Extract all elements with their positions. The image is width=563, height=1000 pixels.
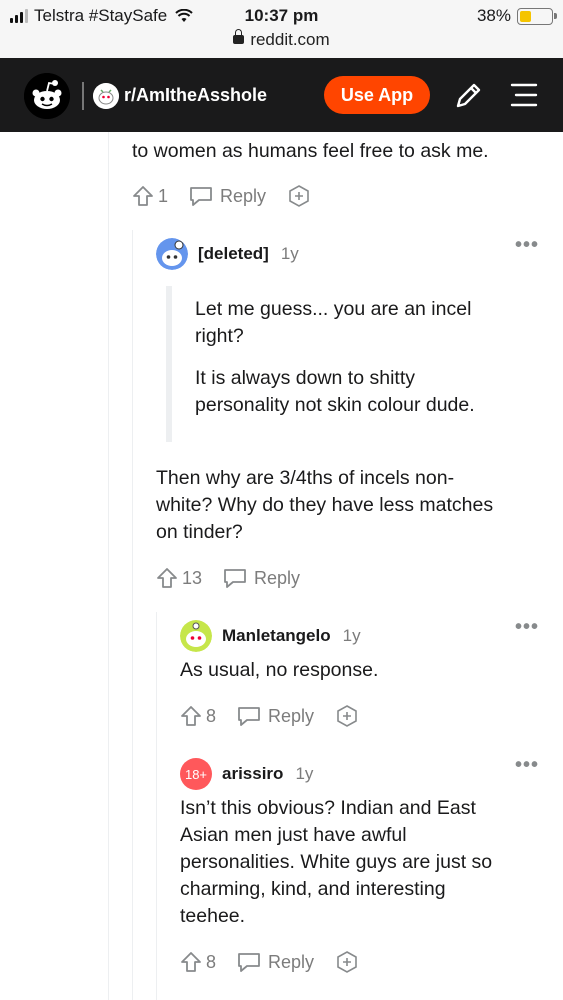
comment-actions: 1 Reply bbox=[132, 185, 310, 207]
thread-line[interactable] bbox=[132, 230, 133, 1000]
username[interactable]: arissiro bbox=[222, 764, 283, 784]
comment-body: Isn’t this obvious? Indian and East Asia… bbox=[180, 795, 492, 930]
reply-button[interactable]: Reply bbox=[268, 952, 314, 973]
username[interactable]: Manletangelo bbox=[222, 626, 331, 646]
reply-icon[interactable] bbox=[222, 567, 248, 589]
comment-actions: 8 Reply bbox=[180, 705, 358, 727]
comment-line: personalities. White guys are just so bbox=[180, 851, 493, 873]
subreddit-icon[interactable] bbox=[93, 83, 119, 109]
battery-area: 38% bbox=[476, 6, 557, 26]
comment-line: Then why are 3/4ths of incels non- bbox=[156, 467, 455, 489]
avatar[interactable] bbox=[180, 620, 212, 652]
comment-age: 1y bbox=[295, 764, 314, 783]
vote-count: 8 bbox=[206, 705, 217, 726]
comment-body: As usual, no response. bbox=[180, 657, 378, 684]
comment-body: Then why are 3/4ths of incels non- white… bbox=[156, 465, 493, 546]
reply-icon[interactable] bbox=[236, 705, 262, 727]
comment-line: Isn’t this obvious? Indian and East bbox=[180, 797, 476, 819]
reply-icon[interactable] bbox=[188, 185, 214, 207]
upvote-icon[interactable] bbox=[180, 951, 202, 973]
upvote-icon[interactable] bbox=[132, 185, 154, 207]
battery-percent: 38% bbox=[476, 6, 511, 25]
comment-line: to women as humans feel free to ask me. bbox=[132, 140, 489, 162]
url-bar[interactable]: reddit.com bbox=[0, 29, 563, 58]
quote-line: personality not skin colour dude. bbox=[195, 394, 475, 416]
award-icon[interactable] bbox=[336, 705, 358, 727]
reply-icon[interactable] bbox=[236, 951, 262, 973]
username[interactable]: [deleted] bbox=[198, 244, 269, 264]
quote-line: It is always down to shitty bbox=[195, 367, 416, 389]
quote-text: Let me guess... you are an incel right? … bbox=[195, 296, 475, 419]
more-options-icon[interactable]: ••• bbox=[515, 616, 539, 639]
thread-line[interactable] bbox=[156, 612, 157, 1000]
reddit-header: r/AmItheAsshole Use App bbox=[0, 58, 563, 132]
quote-line: Let me guess... you are an incel bbox=[195, 298, 472, 320]
comment-line: Asian men just have awful bbox=[180, 824, 407, 846]
thread-line[interactable] bbox=[108, 132, 109, 1000]
comment-author: [deleted] 1y bbox=[156, 238, 299, 270]
battery-icon bbox=[517, 7, 557, 25]
award-icon[interactable] bbox=[336, 951, 358, 973]
reply-button[interactable]: Reply bbox=[268, 706, 314, 727]
comment-line: on tinder? bbox=[156, 521, 243, 543]
comment-line: white? Why do they have less matches bbox=[156, 494, 494, 516]
pencil-icon[interactable] bbox=[452, 80, 484, 112]
url-text: reddit.com bbox=[250, 30, 330, 49]
menu-icon[interactable] bbox=[508, 80, 540, 110]
avatar[interactable] bbox=[156, 238, 188, 270]
comment-age: 1y bbox=[342, 626, 361, 645]
header-divider bbox=[82, 82, 84, 110]
comment-author: Manletangelo 1y bbox=[180, 620, 361, 652]
lock-icon bbox=[233, 29, 245, 44]
comment-line: As usual, no response. bbox=[180, 659, 379, 681]
vote-count: 1 bbox=[158, 185, 169, 206]
vote-count: 8 bbox=[206, 951, 217, 972]
quote-bar bbox=[166, 286, 172, 442]
reply-button[interactable]: Reply bbox=[220, 186, 266, 207]
award-icon[interactable] bbox=[288, 185, 310, 207]
use-app-button[interactable]: Use App bbox=[324, 76, 430, 114]
upvote-icon[interactable] bbox=[180, 705, 202, 727]
comment-actions: 13 Reply bbox=[156, 567, 322, 589]
vote-count: 13 bbox=[182, 567, 203, 588]
comment-body: to women as humans feel free to ask me. bbox=[132, 138, 489, 165]
more-options-icon[interactable]: ••• bbox=[515, 234, 539, 257]
status-bar: Telstra #StaySafe 10:37 pm 38% bbox=[0, 0, 563, 30]
reddit-logo-icon[interactable] bbox=[24, 73, 70, 119]
reply-button[interactable]: Reply bbox=[254, 568, 300, 589]
subreddit-name[interactable]: r/AmItheAsshole bbox=[124, 85, 267, 106]
quote-line: right? bbox=[195, 325, 244, 347]
comment-age: 1y bbox=[280, 244, 299, 263]
comment-actions: 8 Reply bbox=[180, 951, 358, 973]
comment-line: charming, kind, and interesting bbox=[180, 878, 446, 900]
comment-line: teehee. bbox=[180, 905, 246, 927]
upvote-icon[interactable] bbox=[156, 567, 178, 589]
comment-author: 18+ arissiro 1y bbox=[180, 758, 313, 790]
nsfw-avatar-badge[interactable]: 18+ bbox=[180, 758, 212, 790]
more-options-icon[interactable]: ••• bbox=[515, 754, 539, 777]
